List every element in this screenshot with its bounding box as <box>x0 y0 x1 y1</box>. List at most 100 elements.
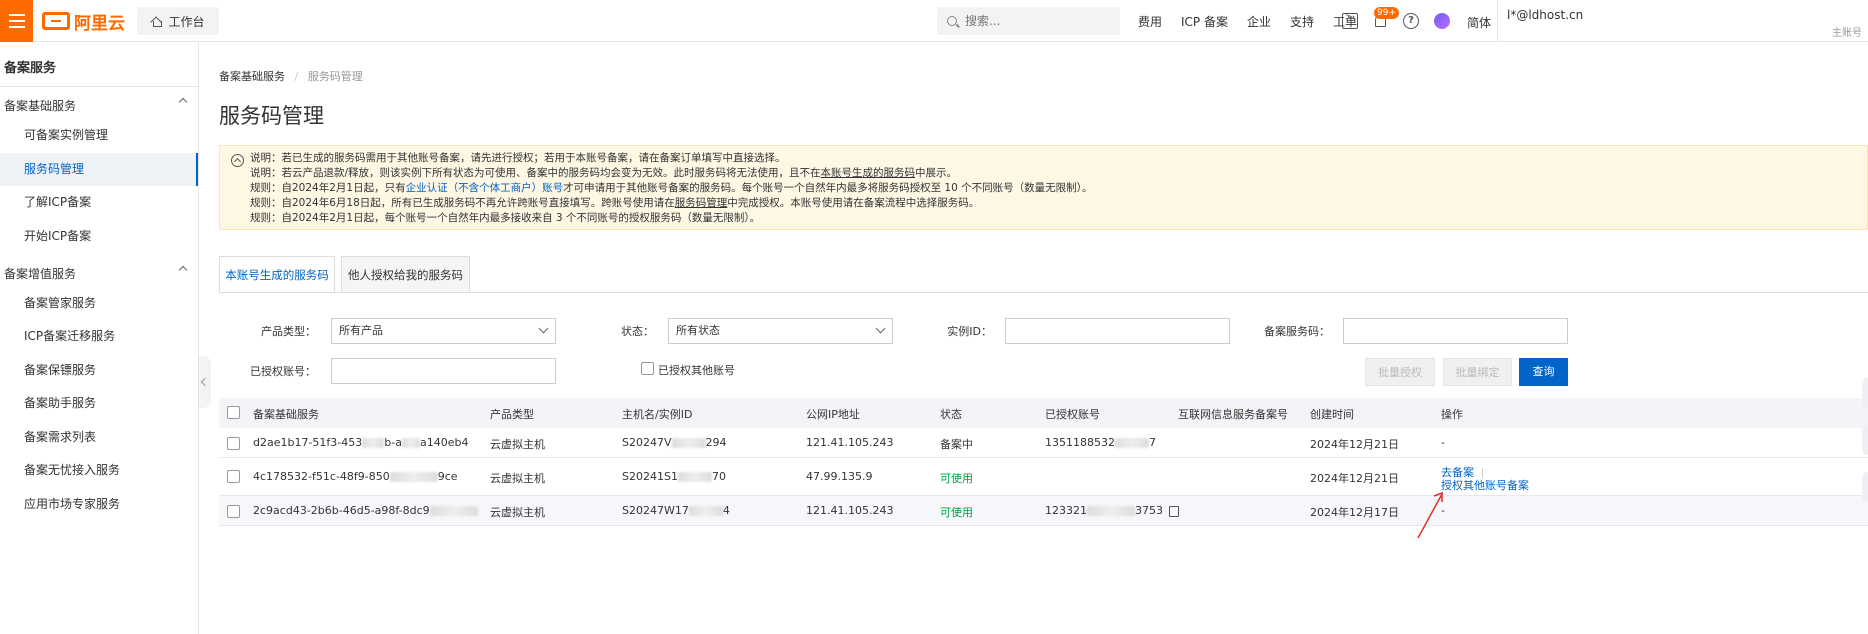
product-type-select[interactable]: 所有产品 <box>331 318 556 344</box>
sidebar-item-butler[interactable]: 备案管家服务 <box>0 287 198 320</box>
col-authorized-account: 已授权账号 <box>1045 408 1100 421</box>
breadcrumb-parent[interactable]: 备案基础服务 <box>219 70 285 83</box>
notice-line: 规则：自2024年2月1日起，每个账号一个自然年内最多接收来自 3 个不同账号的… <box>250 212 761 224</box>
breadcrumb-current: 服务码管理 <box>307 70 363 83</box>
nav-fees[interactable]: 费用 <box>1138 13 1162 30</box>
row-host: S20241S1 70 <box>622 470 726 483</box>
nav-support[interactable]: 支持 <box>1290 13 1314 30</box>
side-float-tab[interactable] <box>1862 472 1868 502</box>
sidebar-group-basic[interactable]: 备案基础服务 <box>4 97 189 114</box>
row-checkbox[interactable] <box>227 505 240 518</box>
sidebar-item-market-expert[interactable]: 应用市场专家服务 <box>0 488 198 521</box>
sidebar-item-guard[interactable]: 备案保镖服务 <box>0 354 198 387</box>
masked-text <box>389 472 438 482</box>
tab-authorized-to-me[interactable]: 他人授权给我的服务码 <box>341 256 470 293</box>
service-code-input[interactable] <box>1351 319 1557 342</box>
sidebar-item-requests[interactable]: 备案需求列表 <box>0 421 198 454</box>
batch-bind-button[interactable]: 批量绑定 <box>1443 358 1512 386</box>
nav-enterprise[interactable]: 企业 <box>1247 13 1271 30</box>
row-checkbox[interactable] <box>227 470 240 483</box>
nav-icp[interactable]: ICP 备案 <box>1181 13 1228 30</box>
sidebar-item-migration[interactable]: ICP备案迁移服务 <box>0 320 198 353</box>
row-service-code: 4c178532-f51c-48f9-850 9ce <box>253 470 458 483</box>
sidebar-title: 备案服务 <box>4 61 57 76</box>
search-box[interactable] <box>937 7 1120 35</box>
search-input[interactable] <box>965 14 1105 28</box>
select-all-checkbox[interactable] <box>227 406 240 419</box>
row-status: 可使用 <box>940 472 973 485</box>
authorized-account-label: 已授权账号： <box>250 365 316 378</box>
masked-text <box>362 438 385 448</box>
workbench-label: 工作台 <box>168 14 205 29</box>
instance-id-label: 实例ID： <box>947 325 992 338</box>
aliyun-logo-icon <box>42 12 70 30</box>
language-switch[interactable]: 简体 <box>1467 14 1491 31</box>
col-product-type: 产品类型 <box>490 408 534 421</box>
table-row: 2c9acd43-2b6b-46d5-a98f-8dc9 云虚拟主机 S2024… <box>219 496 1868 526</box>
logo-text: 阿里云 <box>74 13 125 34</box>
row-host: S20247V 294 <box>622 436 727 449</box>
help-icon[interactable]: ? <box>1403 13 1419 29</box>
sidebar: 备案服务 备案基础服务 可备案实例管理 服务码管理 了解ICP备案 开始ICP备… <box>0 42 199 634</box>
enterprise-auth-link[interactable]: 企业认证（不含个体工商户）账号 <box>406 182 564 194</box>
authorize-other-account-link[interactable]: 授权其他账号备案 <box>1441 477 1529 493</box>
chevron-down-icon <box>538 323 549 334</box>
row-status: 备案中 <box>940 438 973 451</box>
status-select[interactable]: 所有状态 <box>668 318 893 344</box>
product-type-label: 产品类型： <box>261 325 316 338</box>
masked-text <box>688 506 723 516</box>
batch-authorize-button[interactable]: 批量授权 <box>1365 358 1435 386</box>
copy-icon[interactable] <box>1169 505 1179 517</box>
table-row: 4c178532-f51c-48f9-850 9ce 云虚拟主机 S20241S1… <box>219 458 1868 496</box>
col-icp-number: 互联网信息服务备案号 <box>1178 408 1288 421</box>
masked-text <box>401 438 420 448</box>
masked-text <box>671 438 706 448</box>
top-bar: 阿里云 工作台 费用 ICP 备案 企业 支持 工单 99+ ? 简体 l*@l… <box>0 0 1868 42</box>
service-code-mgmt-link[interactable]: 服务码管理 <box>675 197 728 209</box>
own-codes-link[interactable]: 本账号生成的服务码 <box>821 167 916 179</box>
authorized-account-field[interactable] <box>331 358 556 384</box>
ai-assistant-icon[interactable] <box>1434 13 1450 29</box>
sidebar-group-label: 备案基础服务 <box>4 99 77 113</box>
table-header: 备案基础服务 产品类型 主机名/实例ID 公网IP地址 状态 已授权账号 互联网… <box>219 398 1868 428</box>
terminal-icon[interactable] <box>1342 12 1358 29</box>
sidebar-item-learn-icp[interactable]: 了解ICP备案 <box>0 186 198 219</box>
instance-id-field[interactable] <box>1005 318 1230 344</box>
chevron-down-icon <box>875 323 886 334</box>
row-checkbox[interactable] <box>227 437 240 450</box>
row-created: 2024年12月17日 <box>1310 506 1399 519</box>
sidebar-item-assistant[interactable]: 备案助手服务 <box>0 387 198 420</box>
account-role: 主账号 <box>1832 28 1862 39</box>
authorized-other-label[interactable]: 已授权其他账号 <box>658 362 735 378</box>
notice-line: 说明：若云产品退款/释放，则该实例下所有状态为可使用、备案中的服务码均会变为无效… <box>250 167 958 179</box>
menu-icon[interactable] <box>0 0 33 42</box>
tab-own-codes[interactable]: 本账号生成的服务码 <box>219 256 335 293</box>
aliyun-logo[interactable]: 阿里云 <box>42 8 125 34</box>
sidebar-item-start-icp[interactable]: 开始ICP备案 <box>0 220 198 253</box>
account-name: l*@ldhost.cn <box>1507 8 1584 22</box>
authorized-other-checkbox[interactable] <box>641 362 654 375</box>
sidebar-item-worry-free[interactable]: 备案无忧接入服务 <box>0 454 198 487</box>
col-ip: 公网IP地址 <box>806 408 860 421</box>
row-service-code: 2c9acd43-2b6b-46d5-a98f-8dc9 <box>253 504 478 517</box>
account-menu[interactable]: l*@ldhost.cn 主账号 <box>1497 0 1868 42</box>
col-actions: 操作 <box>1441 408 1463 421</box>
sidebar-group-value-added[interactable]: 备案增值服务 <box>4 265 189 282</box>
side-float-tab[interactable] <box>1862 378 1868 408</box>
collapse-notice-icon[interactable] <box>231 154 244 167</box>
service-code-field[interactable] <box>1343 318 1568 344</box>
sidebar-collapse-handle[interactable] <box>199 356 211 408</box>
instance-id-input[interactable] <box>1013 319 1219 342</box>
sidebar-item-instances[interactable]: 可备案实例管理 <box>0 119 198 152</box>
col-host: 主机名/实例ID <box>622 408 693 421</box>
query-button[interactable]: 查询 <box>1519 358 1568 386</box>
notice-line: 说明：若已生成的服务码需用于其他账号备案，请先进行授权；若用于本账号备案，请在备… <box>250 152 786 164</box>
masked-text <box>1115 438 1149 448</box>
sidebar-item-service-code[interactable]: 服务码管理 <box>0 153 198 186</box>
annotation-arrow <box>1417 491 1443 539</box>
workbench-button[interactable]: 工作台 <box>137 7 219 35</box>
authorized-account-input[interactable] <box>339 359 545 382</box>
row-ip: 121.41.105.243 <box>806 436 894 449</box>
side-float-tab[interactable] <box>1862 425 1868 455</box>
notice-line: 规则：自2024年6月18日起，所有已生成服务码不再允许跨账号直接填写。跨账号使… <box>250 197 980 209</box>
